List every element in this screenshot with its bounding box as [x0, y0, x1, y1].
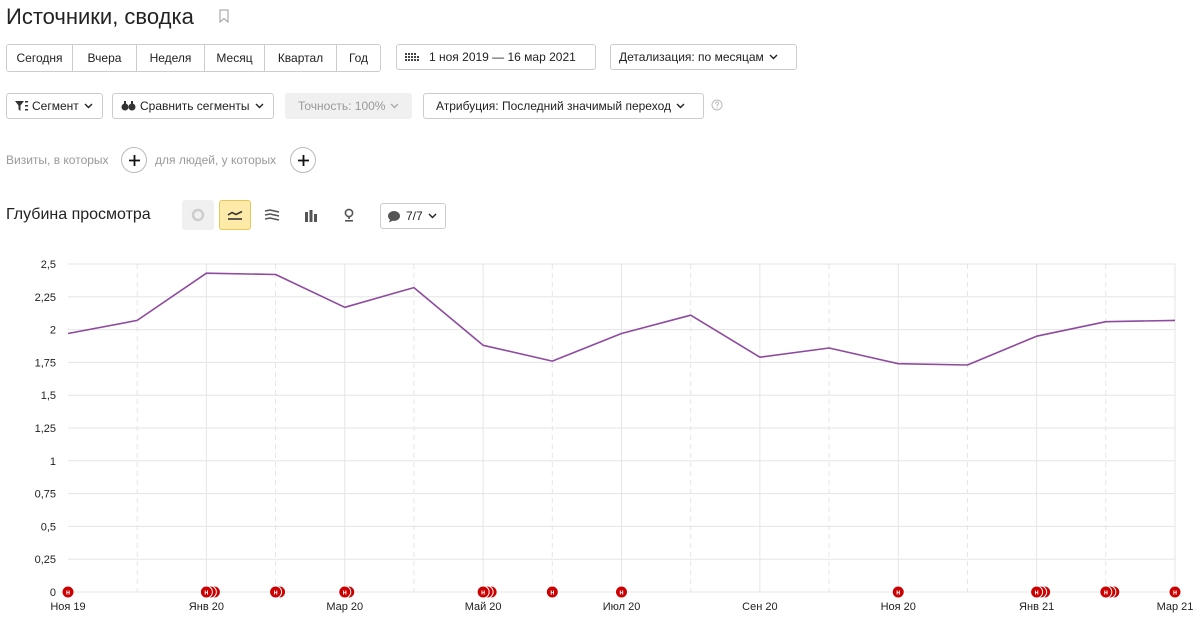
- chevron-down-icon: [676, 103, 685, 109]
- add-visit-condition-button[interactable]: [121, 147, 147, 173]
- chevron-down-icon: [84, 103, 93, 109]
- area-chart-view-button[interactable]: [256, 200, 288, 230]
- notes-count-label: 7/7: [406, 209, 423, 223]
- period-month-button[interactable]: Месяц: [205, 45, 265, 71]
- compare-segments-label: Сравнить сегменты: [140, 99, 250, 113]
- note-marker-label: н: [343, 590, 347, 597]
- line-chart-icon: [227, 210, 243, 220]
- x-tick-label: Ноя 19: [50, 601, 85, 613]
- period-today-button[interactable]: Сегодня: [7, 45, 73, 71]
- add-people-condition-button[interactable]: [290, 147, 316, 173]
- x-tick-label: Янв 20: [189, 601, 224, 613]
- people-condition-label: для людей, у которых: [155, 153, 277, 167]
- area-chart-icon: [264, 208, 280, 221]
- calendar-icon: [405, 53, 419, 61]
- pie-chart-icon: [191, 208, 205, 222]
- line-chart-view-button[interactable]: [219, 200, 251, 230]
- note-marker-label: н: [896, 590, 900, 597]
- note-marker-label: н: [1035, 590, 1039, 597]
- note-marker-label: н: [1104, 590, 1108, 597]
- attribution-label: Атрибуция: Последний значимый переход: [436, 99, 671, 113]
- depth-line-chart: 0 0,25 0,5 0,75 1 1,25 1,5 1,75 2 2,25 2,5 Ноя 19 Ян…: [35, 259, 1194, 613]
- chevron-down-icon: [255, 103, 264, 109]
- detail-label: Детализация: по месяцам: [619, 50, 764, 64]
- page-title: Источники, сводка: [6, 4, 194, 29]
- note-marker-label: н: [481, 590, 485, 597]
- note-marker-label: н: [273, 590, 277, 597]
- period-quarter-button[interactable]: Квартал: [265, 45, 337, 71]
- chevron-down-icon: [428, 213, 437, 219]
- compare-segments-dropdown[interactable]: Сравнить сегменты: [112, 93, 274, 119]
- note-marker-label: н: [1173, 590, 1177, 597]
- filter-icon: [15, 101, 28, 111]
- period-selector: Сегодня Вчера Неделя Месяц Квартал Год: [6, 44, 381, 72]
- bar-chart-icon: [305, 209, 317, 222]
- x-tick-label: Ноя 20: [881, 601, 916, 613]
- attribution-dropdown[interactable]: Атрибуция: Последний значимый переход: [423, 93, 704, 119]
- y-tick-label: 1,5: [41, 390, 56, 402]
- y-tick-label: 2,5: [41, 259, 56, 271]
- y-tick-label: 2: [50, 325, 56, 337]
- x-tick-label: Сен 20: [742, 601, 777, 613]
- detail-dropdown[interactable]: Детализация: по месяцам: [610, 44, 797, 70]
- y-tick-label: 1: [50, 456, 56, 468]
- x-tick-label: Янв 21: [1019, 601, 1054, 613]
- chevron-down-icon: [769, 54, 778, 60]
- notes-dropdown[interactable]: 7/7: [380, 203, 446, 229]
- metric-title: Глубина просмотра: [6, 206, 151, 223]
- accuracy-dropdown: Точность: 100%: [285, 93, 412, 119]
- plus-icon: [297, 154, 309, 166]
- bar-chart-view-button[interactable]: [295, 200, 327, 230]
- map-view-button[interactable]: [333, 200, 365, 230]
- help-icon[interactable]: [711, 99, 723, 111]
- segment-dropdown[interactable]: Сегмент: [6, 93, 103, 119]
- note-marker-label: н: [204, 590, 208, 597]
- y-tick-label: 0: [50, 587, 56, 599]
- comment-icon: [388, 210, 400, 222]
- y-tick-label: 0,5: [41, 521, 56, 533]
- date-range-label: 1 ноя 2019 — 16 мар 2021: [429, 50, 576, 64]
- visits-condition-label: Визиты, в которых: [6, 153, 109, 167]
- segment-label: Сегмент: [32, 99, 79, 113]
- y-tick-label: 2,25: [35, 292, 56, 304]
- pie-chart-view-button: [182, 200, 214, 230]
- note-marker-label: н: [550, 590, 554, 597]
- compare-icon: [121, 101, 136, 111]
- y-tick-label: 1,25: [35, 423, 56, 435]
- x-tick-label: Июл 20: [603, 601, 641, 613]
- period-yesterday-button[interactable]: Вчера: [73, 45, 137, 71]
- y-tick-label: 1,75: [35, 357, 56, 369]
- date-range-button[interactable]: 1 ноя 2019 — 16 мар 2021: [396, 44, 596, 70]
- period-year-button[interactable]: Год: [337, 45, 380, 71]
- plus-icon: [128, 154, 140, 166]
- x-tick-label: Май 20: [465, 601, 502, 613]
- accuracy-label: Точность: 100%: [298, 99, 386, 113]
- x-tick-label: Мар 21: [1157, 601, 1194, 613]
- note-marker-label: н: [619, 590, 623, 597]
- chevron-down-icon: [390, 103, 399, 109]
- period-week-button[interactable]: Неделя: [137, 45, 205, 71]
- bookmark-icon[interactable]: [219, 9, 229, 23]
- x-tick-label: Мар 20: [326, 601, 363, 613]
- note-marker-label: н: [66, 590, 70, 597]
- map-pin-icon: [344, 208, 354, 222]
- y-tick-label: 0,25: [35, 554, 56, 566]
- y-tick-label: 0,75: [35, 489, 56, 501]
